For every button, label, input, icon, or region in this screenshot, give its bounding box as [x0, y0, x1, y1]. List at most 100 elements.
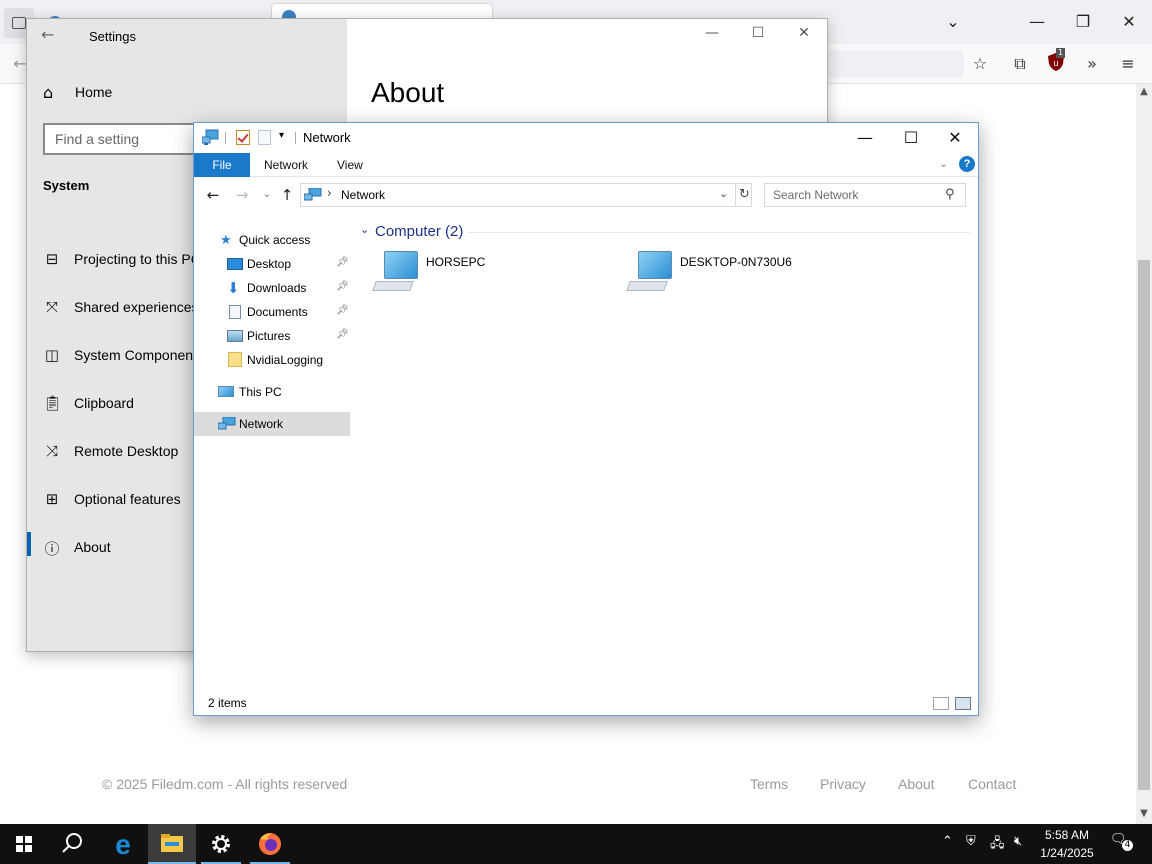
security-icon[interactable]: ⛨ [966, 834, 976, 849]
pin-icon[interactable]: 📌︎ [336, 305, 349, 316]
footer-link-privacy[interactable]: Privacy [820, 776, 866, 792]
tree-item-desktop[interactable]: Desktop 📌︎ [194, 252, 350, 276]
search-icon: ⚲ [945, 187, 955, 202]
forward-arrow-icon[interactable]: → [232, 185, 252, 205]
clock-time[interactable]: 5:58 AM [1036, 828, 1098, 842]
notifications-icon[interactable]: 🗨︎ 4 [1110, 832, 1133, 851]
tree-item-downloads[interactable]: ⬇ Downloads 📌︎ [194, 276, 350, 300]
overflow-chevron-icon[interactable]: » [1080, 52, 1104, 76]
page-scrollbar[interactable]: ▲ ▼ [1136, 84, 1152, 824]
explorer-close-button[interactable]: ✕ [932, 123, 978, 153]
list-item-computer[interactable]: HORSEPC [372, 251, 614, 299]
browser-close-button[interactable]: ✕ [1106, 8, 1152, 36]
ublock-extension-icon[interactable]: u 1 [1044, 48, 1068, 76]
info-icon: ⓘ [44, 540, 60, 558]
properties-quick-icon[interactable] [236, 130, 250, 145]
taskbar-settings-button[interactable] [197, 824, 245, 864]
sidebar-item-label: Shared experiences [74, 299, 199, 315]
scroll-down-icon[interactable]: ▼ [1139, 808, 1149, 819]
menu-hamburger-icon[interactable]: ≡ [1116, 52, 1140, 76]
refresh-icon[interactable]: ↻ [735, 184, 753, 206]
search-placeholder: Search Network [773, 188, 859, 202]
settings-maximize-button[interactable]: ☐ [735, 25, 781, 47]
collapse-group-chevron-icon[interactable]: ⌄ [360, 223, 369, 236]
download-arrow-icon: ⬇ [227, 279, 240, 297]
remote-desktop-icon: ⤨ [45, 442, 58, 460]
bookmark-star-icon[interactable]: ☆ [968, 52, 992, 76]
network-status-icon[interactable]: 🖧︎ [990, 834, 1005, 856]
expand-ribbon-icon[interactable]: ⌄ [939, 157, 948, 170]
settings-section-heading: System [43, 178, 90, 193]
explorer-maximize-button[interactable]: ☐ [888, 123, 934, 153]
breadcrumb[interactable]: Network [341, 188, 385, 202]
scroll-up-icon[interactable]: ▲ [1139, 86, 1149, 97]
taskbar: e ⌃ ⛨ 🖧︎ 🔇︎ 5:58 AM 1/24/2025 🗨︎ 4 [0, 824, 1152, 864]
back-arrow-icon[interactable]: ← [41, 25, 54, 44]
home-icon: ⌂ [43, 83, 54, 102]
large-icons-view-icon[interactable] [955, 697, 971, 710]
breadcrumb-chevron-icon[interactable]: › [327, 186, 332, 200]
network-icon [217, 416, 236, 431]
recent-locations-chevron-icon[interactable]: ⌄ [257, 185, 277, 205]
explorer-minimize-button[interactable]: — [842, 123, 888, 153]
settings-home-link[interactable]: ⌂ Home [43, 81, 323, 105]
tab-view[interactable]: View [337, 153, 363, 177]
address-history-chevron-icon[interactable]: ⌄ [719, 187, 728, 200]
tab-file[interactable]: File [194, 153, 250, 177]
network-folder-icon [201, 129, 220, 145]
documents-icon [229, 305, 241, 319]
pictures-icon [227, 330, 243, 342]
tree-item-this-pc[interactable]: This PC [194, 380, 350, 404]
settings-minimize-button[interactable]: — [689, 25, 735, 47]
browser-minimize-button[interactable]: — [1014, 8, 1060, 36]
tree-item-quick-access[interactable]: ★ Quick access [194, 228, 350, 252]
show-hidden-icons-chevron-icon[interactable]: ⌃ [942, 834, 953, 849]
url-bar[interactable] [828, 50, 964, 78]
pin-icon[interactable]: 📌︎ [336, 281, 349, 292]
taskbar-firefox-button[interactable] [246, 824, 294, 864]
volume-muted-icon[interactable]: 🔇︎ [1014, 834, 1022, 849]
footer-link-contact[interactable]: Contact [968, 776, 1016, 792]
tree-item-label: Desktop [247, 257, 292, 271]
details-view-icon[interactable] [933, 697, 949, 710]
extensions-icon[interactable]: ⧉ [1008, 52, 1032, 76]
home-label: Home [75, 84, 113, 100]
clock-date[interactable]: 1/24/2025 [1036, 846, 1098, 860]
divider [225, 132, 226, 144]
taskbar-edge-button[interactable]: e [99, 824, 147, 864]
search-input[interactable]: Search Network ⚲ [764, 183, 966, 207]
footer-link-about[interactable]: About [898, 776, 935, 792]
footer-link-terms[interactable]: Terms [750, 776, 788, 792]
clipboard-icon: 📋︎ [43, 394, 63, 412]
tab-network[interactable]: Network [264, 153, 308, 177]
address-bar[interactable]: › Network ⌄ ↻ [300, 183, 752, 207]
new-folder-quick-icon[interactable] [258, 130, 271, 145]
sidebar-item-label: Remote Desktop [74, 443, 179, 459]
projector-icon: ⊟ [45, 250, 59, 268]
explorer-title-bar: ▾ Network — ☐ ✕ [194, 123, 978, 153]
file-list: ⌄ Computer (2) HORSEPC DESKTOP-0N730U6 [354, 215, 978, 685]
taskbar-file-explorer-button[interactable] [148, 824, 196, 864]
group-header[interactable]: Computer (2) [375, 223, 463, 240]
browser-restore-button[interactable]: ❐ [1060, 8, 1106, 36]
list-item-computer[interactable]: DESKTOP-0N730U6 [626, 251, 868, 299]
tree-item-network[interactable]: Network [194, 412, 350, 436]
up-arrow-icon[interactable]: ↑ [277, 185, 297, 205]
network-icon [303, 187, 322, 202]
tree-item-documents[interactable]: Documents 📌︎ [194, 300, 350, 324]
explorer-navigation-bar: ← → ⌄ ↑ › Network ⌄ ↻ Search Network ⚲ [194, 178, 978, 212]
tree-item-pictures[interactable]: Pictures 📌︎ [194, 324, 350, 348]
search-button[interactable] [48, 824, 96, 864]
tab-list-chevron-icon[interactable]: ⌄ [930, 8, 976, 36]
customize-toolbar-icon[interactable]: ▾ [279, 130, 284, 141]
settings-close-button[interactable]: ✕ [781, 25, 827, 47]
pin-icon[interactable]: 📌︎ [336, 257, 349, 268]
back-arrow-icon[interactable]: ← [203, 185, 223, 205]
scrollbar-thumb[interactable] [1138, 260, 1150, 790]
pin-icon[interactable]: 📌︎ [336, 329, 349, 340]
sidebar-item-label: System Components [74, 347, 204, 363]
search-icon [62, 833, 82, 853]
tree-item-nvidialogging[interactable]: NvidiaLogging [194, 348, 350, 372]
start-button[interactable] [0, 824, 48, 864]
help-icon[interactable]: ? [959, 156, 975, 172]
